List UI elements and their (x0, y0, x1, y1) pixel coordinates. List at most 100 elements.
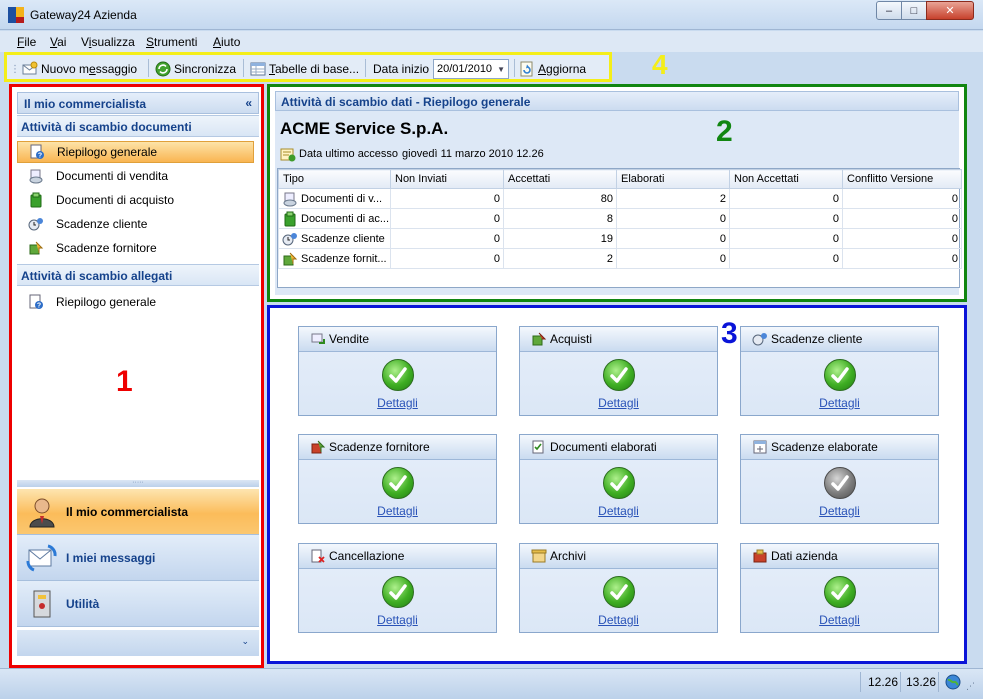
collapse-pane-icon[interactable]: « (245, 96, 252, 110)
nav-item-label: Scadenze fornitore (56, 241, 157, 255)
nav-button-accountant[interactable]: Il mio commercialista (17, 489, 259, 535)
menu-vai[interactable]: Vai (50, 35, 66, 49)
cell-non-inviati: 0 (390, 188, 504, 209)
status-check-icon (603, 467, 635, 499)
checkmark-icon (389, 367, 407, 383)
messages-icon (26, 544, 57, 571)
start-date-label: Data inizio (373, 62, 430, 76)
card-header: Archivi (520, 544, 717, 569)
annotation-number-1: 1 (116, 365, 133, 398)
nav-item-purchase-documents[interactable]: Documenti di acquisto (17, 189, 254, 211)
details-link[interactable]: Dettagli (520, 613, 717, 627)
details-link[interactable]: Dettagli (741, 613, 938, 627)
cell-accettati: 80 (503, 188, 617, 209)
card-header: Vendite (299, 327, 496, 352)
nav-pane-footer: ⌄ (17, 630, 259, 656)
cell-accettati: 19 (503, 228, 617, 249)
chevron-down-icon[interactable]: ▼ (497, 65, 505, 74)
checkmark-icon (831, 475, 849, 491)
summary-icon: ? (30, 144, 44, 160)
new-message-icon (22, 61, 38, 75)
table-row[interactable]: Documenti di ac... 0 8 0 0 0 (278, 208, 962, 229)
status-check-icon (382, 359, 414, 391)
nav-item-customer-deadlines[interactable]: Scadenze cliente (17, 213, 254, 235)
pane-splitter[interactable]: ····· (17, 479, 259, 487)
processed-deadlines-icon (753, 440, 767, 454)
maximize-button[interactable]: □ (901, 1, 927, 20)
cell-non-inviati: 0 (390, 228, 504, 249)
start-date-picker[interactable]: 20/01/2010 ▼ (433, 59, 509, 79)
resize-grip-icon[interactable]: ⋰ (966, 681, 975, 692)
nav-item-summary[interactable]: ? Riepilogo generale (17, 141, 254, 163)
column-header-accettati[interactable]: Accettati (503, 169, 617, 189)
toolbar-grip[interactable]: ⋮ (10, 59, 20, 79)
start-date-input[interactable]: 20/01/2010 ▼ (433, 59, 509, 79)
nav-button-utilities[interactable]: Utilità (17, 581, 259, 627)
supplier-deadlines-icon (311, 440, 326, 454)
checkmark-icon (831, 584, 849, 600)
cell-accettati: 2 (503, 248, 617, 269)
menu-aiuto[interactable]: Aiuto (213, 35, 240, 49)
toolbar: ⋮ Nuovo messaggio Sincronizza Tabelle di… (4, 52, 612, 82)
card-header: Scadenze elaborate (741, 435, 938, 460)
refresh-button[interactable]: Aggiorna (519, 59, 586, 79)
details-link[interactable]: Dettagli (299, 396, 496, 410)
menu-file[interactable]: File (17, 35, 36, 49)
nav-item-attachments-summary[interactable]: ? Riepilogo generale (17, 291, 254, 313)
card-header: Cancellazione (299, 544, 496, 569)
customer-deadlines-icon (28, 218, 43, 231)
close-button[interactable]: ✕ (926, 1, 974, 20)
network-globe-icon[interactable] (945, 674, 961, 690)
table-row[interactable]: Scadenze fornit... 0 2 0 0 0 (278, 248, 962, 269)
column-header-conflitto-versione[interactable]: Conflitto Versione (842, 169, 962, 189)
table-row[interactable]: Documenti di v... 0 80 2 0 0 (278, 188, 962, 209)
nav-group-attachments[interactable]: Attività di scambio allegati (17, 264, 259, 286)
details-link[interactable]: Dettagli (520, 504, 717, 518)
nav-button-messages[interactable]: I miei messaggi (17, 535, 259, 581)
nav-group-documents[interactable]: Attività di scambio documenti (17, 115, 259, 137)
nav-pane-title: Il mio commercialista (24, 97, 147, 111)
menu-visualizza[interactable]: Visualizza (81, 35, 135, 49)
sync-button[interactable]: Sincronizza (155, 59, 236, 79)
table-icon (250, 62, 266, 76)
minimize-button[interactable]: – (876, 1, 902, 20)
refresh-icon (520, 61, 533, 77)
summary-panel-title: Attività di scambio dati - Riepilogo gen… (275, 91, 959, 111)
sales-documents-icon (283, 192, 297, 206)
menu-strumenti[interactable]: Strumenti (146, 35, 197, 49)
status-separator (938, 672, 939, 692)
last-access-label: Data ultimo accesso (299, 148, 399, 160)
cell-conflitto: 0 (842, 228, 962, 249)
window-title: Gateway24 Azienda (30, 8, 137, 22)
cell-non-inviati: 0 (390, 248, 504, 269)
table-row[interactable]: Scadenze cliente 0 19 0 0 0 (278, 228, 962, 249)
column-header-non-accettati[interactable]: Non Accettati (729, 169, 843, 189)
toolbar-separator (514, 59, 515, 77)
cell-accettati: 8 (503, 208, 617, 229)
summary-table[interactable]: Tipo Non Inviati Accettati Elaborati Non… (277, 168, 962, 288)
cell-tipo: Documenti di ac... (278, 208, 391, 229)
nav-item-supplier-deadlines[interactable]: Scadenze fornitore (17, 237, 254, 259)
dashboard-card-processed-documents: Documenti elaborati Dettagli (519, 434, 718, 524)
column-header-non-inviati[interactable]: Non Inviati (390, 169, 504, 189)
nav-item-sales-documents[interactable]: Documenti di vendita (17, 165, 254, 187)
chevron-down-icon[interactable]: ⌄ (241, 636, 249, 646)
nav-pane-header: Il mio commercialista « (17, 92, 259, 114)
details-link[interactable]: Dettagli (520, 396, 717, 410)
details-link[interactable]: Dettagli (299, 613, 496, 627)
svg-text:?: ? (37, 303, 41, 310)
new-message-button[interactable]: Nuovo messaggio (22, 59, 137, 79)
toolbar-separator (148, 59, 149, 77)
base-tables-button[interactable]: Tabelle di base... (250, 59, 359, 79)
last-access-value: giovedì 11 marzo 2010 12.26 (402, 148, 544, 160)
annotation-number-4: 4 (652, 49, 668, 80)
details-link[interactable]: Dettagli (741, 504, 938, 518)
checkmark-icon (831, 367, 849, 383)
details-link[interactable]: Dettagli (299, 504, 496, 518)
purchase-documents-icon (30, 192, 42, 208)
column-header-elaborati[interactable]: Elaborati (616, 169, 730, 189)
card-title: Scadenze cliente (771, 332, 863, 346)
details-link[interactable]: Dettagli (741, 396, 938, 410)
column-header-tipo[interactable]: Tipo (278, 169, 391, 189)
status-check-icon (603, 576, 635, 608)
